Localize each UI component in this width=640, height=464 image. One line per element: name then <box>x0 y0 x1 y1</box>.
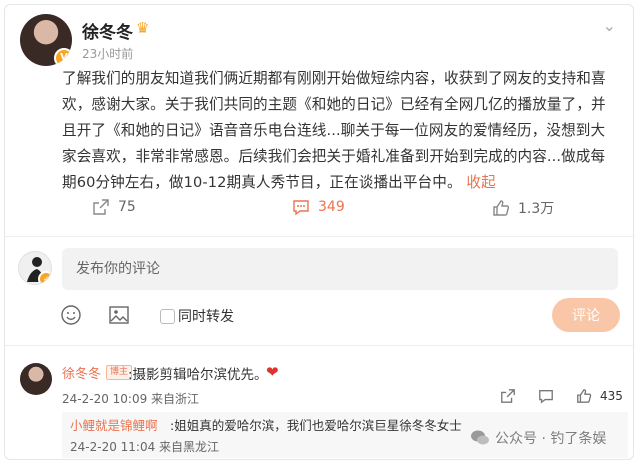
like-button[interactable]: 1.3万 <box>492 198 554 218</box>
author-name[interactable]: 徐冬冬 <box>82 18 133 43</box>
comment-actions: 435 <box>500 388 630 406</box>
comment-author[interactable]: 徐冬冬 <box>62 363 101 382</box>
composer-tools: 同时转发 <box>60 302 620 332</box>
comment-button[interactable]: 349 <box>292 198 345 216</box>
post-time[interactable]: 23小时前 <box>82 45 133 62</box>
share-icon <box>93 199 109 215</box>
watermark-text: 公众号 · 钓了条娱 <box>495 431 607 447</box>
repost-label[interactable]: 同时转发 <box>178 306 234 326</box>
comment-icon <box>293 200 309 216</box>
comment-text: :摄影剪辑哈尔滨优先。 <box>128 367 268 383</box>
post-text: 了解我们的朋友知道我们俩近期都有刚刚开始做短综内容，收获到了网友的支持和喜欢，感… <box>62 70 606 191</box>
comment-count: 349 <box>318 199 345 215</box>
repost-checkbox[interactable] <box>160 309 175 324</box>
reply-meta: 24-2-20 11:04 来自黑龙江 <box>70 440 220 454</box>
share-icon[interactable] <box>500 388 516 404</box>
share-count: 75 <box>118 199 136 215</box>
verified-badge: V <box>54 48 72 66</box>
thumbs-up-icon <box>493 200 510 216</box>
emoji-icon[interactable] <box>60 304 82 326</box>
collapse-link[interactable]: 收起 <box>466 174 495 191</box>
author-avatar[interactable]: V <box>20 14 72 66</box>
post-actions: 75 349 1.3万 <box>0 196 640 224</box>
reply-text: :姐姐真的爱哈尔滨，我们也爱哈尔滨巨星徐冬冬女士 <box>170 418 462 433</box>
comment-meta: 24-2-20 10:09 来自浙江 <box>62 392 200 406</box>
chevron-down-icon[interactable]: ⌄ <box>603 16 616 35</box>
user-avatar[interactable]: ✓ <box>18 251 52 285</box>
divider <box>5 236 635 237</box>
comment-icon[interactable] <box>538 388 554 404</box>
wechat-icon <box>471 430 489 445</box>
post-body: 了解我们的朋友知道我们俩近期都有刚刚开始做短综内容，收获到了网友的支持和喜欢，感… <box>62 66 618 196</box>
commenter-avatar[interactable] <box>20 363 52 395</box>
submit-comment-button[interactable]: 评论 <box>552 298 620 332</box>
verified-badge: ✓ <box>38 271 51 284</box>
share-button[interactable]: 75 <box>92 198 136 216</box>
heart-icon: ❤ <box>266 363 279 381</box>
reply-author[interactable]: 小鲤就是锦鲤啊 <box>70 415 158 434</box>
like-count: 1.3万 <box>518 201 555 217</box>
comment-like-count: 435 <box>600 389 623 403</box>
crown-icon: ♛ <box>136 19 150 37</box>
image-icon[interactable] <box>108 304 130 326</box>
thumbs-up-icon[interactable] <box>576 388 592 404</box>
divider <box>5 345 635 346</box>
comment-input[interactable] <box>62 248 618 290</box>
post-header: V 徐冬冬 ♛ 23小时前 ⌄ <box>20 14 620 70</box>
watermark: 公众号 · 钓了条娱 <box>470 428 606 448</box>
